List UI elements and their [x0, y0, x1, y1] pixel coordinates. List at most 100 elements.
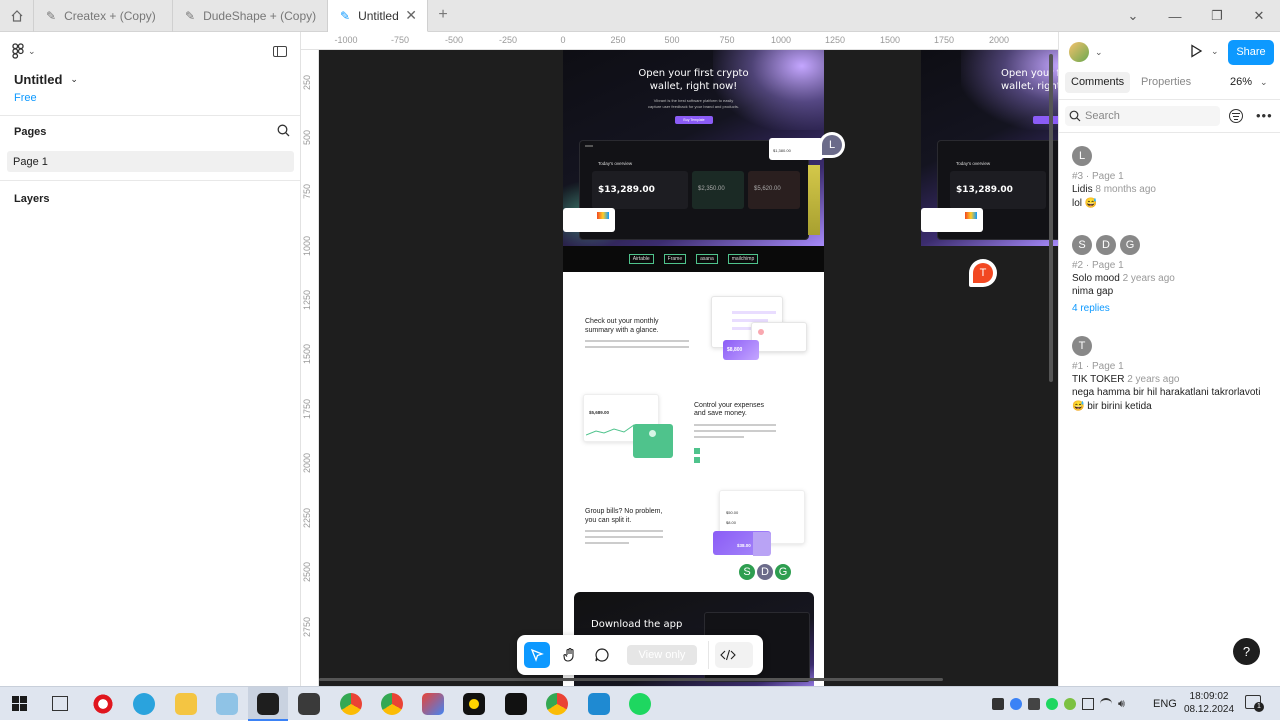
- notepad-icon[interactable]: [216, 693, 238, 715]
- tabs-dropdown-button[interactable]: ⌄: [1112, 0, 1154, 32]
- tray-icons[interactable]: 🔊︎: [992, 698, 1125, 711]
- right-panel: ⌄ ⌄ Share Comments Properties 26% ⌄ Sear…: [1058, 32, 1280, 686]
- design-frame-main[interactable]: Open your first crypto wallet, right now…: [563, 50, 824, 686]
- tab-createx[interactable]: ✎ Createx + (Copy): [34, 0, 173, 32]
- comment-tool-button[interactable]: [589, 642, 615, 668]
- emoji-icon: 😅: [1072, 401, 1085, 412]
- tab-comments[interactable]: Comments: [1065, 72, 1131, 93]
- move-tool-button[interactable]: [524, 642, 550, 668]
- figma-taskbar-item[interactable]: [248, 687, 288, 721]
- telegram-icon[interactable]: [133, 693, 155, 715]
- design-frame-second[interactable]: Open your first crypto wallet, right now…: [921, 50, 1058, 246]
- search-pages-icon[interactable]: [277, 124, 290, 137]
- overview-title: Today's overview: [956, 161, 991, 166]
- toggle-sidebar-icon[interactable]: [273, 46, 287, 57]
- avatar: D: [1096, 235, 1116, 255]
- opera-icon[interactable]: [92, 693, 114, 715]
- zoom-level[interactable]: 26% ⌄: [1230, 76, 1268, 88]
- text-line: [694, 436, 744, 438]
- hero-subtitle-line2: capture user feedback for your brand and…: [648, 104, 739, 109]
- globe-tray-icon: [1010, 698, 1022, 710]
- maximize-button[interactable]: ❐: [1196, 0, 1238, 32]
- wifi-icon: [1100, 698, 1112, 710]
- tab-dudeshape[interactable]: ✎ DudeShape + (Copy): [173, 0, 328, 32]
- check-icon: [694, 448, 700, 454]
- comment-item[interactable]: S D G #2 · Page 1 Solo mood 2 years ago …: [1059, 228, 1280, 320]
- dev-mode-button[interactable]: [715, 642, 753, 668]
- floating-card-left: [921, 208, 983, 232]
- new-tab-button[interactable]: +: [432, 6, 454, 26]
- tab-bar: ✎ Createx + (Copy) ✎ DudeShape + (Copy) …: [0, 0, 1280, 32]
- sec2-title-line1: Control your expenses: [694, 402, 765, 409]
- present-button[interactable]: ⌄: [1189, 44, 1219, 58]
- tab-properties[interactable]: Properties: [1141, 76, 1191, 88]
- chevron-down-icon: ⌄: [1211, 45, 1219, 56]
- comment-text-line: 😅 bir birini ketida: [1072, 401, 1152, 412]
- gmail-icon[interactable]: [422, 693, 444, 715]
- language-indicator[interactable]: ENG: [1153, 698, 1177, 710]
- comments-search[interactable]: Search: [1065, 106, 1220, 126]
- icon-dot: [649, 430, 656, 437]
- chrome-profile-icon[interactable]: [381, 693, 403, 715]
- tab-untitled[interactable]: ✎ Untitled ✕: [328, 0, 428, 32]
- user-avatar: [1069, 42, 1089, 62]
- more-options-icon[interactable]: •••: [1256, 108, 1273, 123]
- comment-item[interactable]: T #1 · Page 1 TIK TOKER 2 years ago nega…: [1059, 330, 1280, 420]
- volume-icon: 🔊︎: [1118, 698, 1125, 710]
- comment-text: nega hamma bir hil harakatlani takrorlav…: [1072, 387, 1261, 398]
- notifications-button[interactable]: 1: [1245, 695, 1264, 712]
- start-button[interactable]: [12, 696, 27, 711]
- ruler-tick: -1000: [334, 35, 358, 45]
- hand-icon: [563, 647, 574, 662]
- app-r-icon[interactable]: [505, 693, 527, 715]
- minimize-button[interactable]: —: [1154, 0, 1196, 32]
- comment-text: nima gap: [1072, 286, 1114, 297]
- code-icon: [720, 649, 736, 661]
- main-menu-button[interactable]: ⌄: [12, 43, 36, 59]
- ruler-tick: 750: [719, 35, 735, 45]
- comment-item[interactable]: L #3 · Page 1 Lidis 8 months ago lol 😅: [1059, 140, 1280, 218]
- filter-icon[interactable]: [1229, 109, 1243, 123]
- canvas[interactable]: Open your first crypto wallet, right now…: [319, 50, 1058, 686]
- file-explorer-icon[interactable]: [175, 693, 197, 715]
- page-item-page-1[interactable]: Page 1: [7, 151, 294, 172]
- app-star-icon[interactable]: [463, 693, 485, 715]
- comment-author: TIK TOKER: [1072, 374, 1125, 385]
- comment-meta: #3 · Page 1: [1072, 171, 1124, 182]
- comment-author: Solo mood: [1072, 273, 1120, 284]
- home-button[interactable]: [0, 0, 34, 32]
- close-window-button[interactable]: ✕: [1238, 0, 1280, 32]
- avatar-group-marker[interactable]: S D G: [735, 560, 795, 584]
- close-tab-icon[interactable]: ✕: [405, 7, 417, 24]
- comment-marker-l[interactable]: L: [819, 132, 845, 158]
- task-view-icon[interactable]: [52, 696, 68, 711]
- clock[interactable]: 18:09:02 08.12.2024: [1180, 690, 1238, 716]
- windows-taskbar: 🔊︎ ENG 18:09:02 08.12.2024 1: [0, 686, 1280, 721]
- cursor-icon: [530, 648, 544, 662]
- plan-badge[interactable]: Free: [14, 92, 37, 104]
- user-avatar-menu[interactable]: ⌄: [1069, 42, 1103, 62]
- logos-bar: Airtable Frame asana mailchimp: [563, 246, 824, 272]
- file-name-text: Untitled: [14, 72, 63, 87]
- vscode-icon[interactable]: [588, 693, 610, 715]
- text-line: [585, 536, 663, 538]
- spotify-icon[interactable]: [629, 693, 651, 715]
- app-g-icon[interactable]: [298, 693, 320, 715]
- horizontal-scrollbar[interactable]: [319, 678, 943, 681]
- file-name[interactable]: Untitled ⌄: [14, 72, 78, 87]
- balance-card-3: $5,620.00: [748, 171, 800, 209]
- chrome-icon[interactable]: [340, 693, 362, 715]
- comment-text: lol: [1072, 198, 1083, 209]
- chrome-alt-icon[interactable]: [546, 693, 568, 715]
- hand-tool-button[interactable]: [557, 642, 583, 668]
- chevron-down-icon: ⌄: [1260, 76, 1268, 87]
- sec2-card-value: $5,689.00: [589, 410, 610, 415]
- vertical-scrollbar[interactable]: [1049, 54, 1053, 382]
- replies-link[interactable]: 4 replies: [1072, 303, 1110, 314]
- help-button[interactable]: ?: [1233, 638, 1260, 665]
- sec2-green-card: [633, 424, 673, 458]
- share-button[interactable]: Share: [1228, 40, 1274, 65]
- chevron-down-icon: ⌄: [28, 45, 36, 56]
- search-icon: [1069, 110, 1081, 122]
- comment-marker-t[interactable]: T: [969, 259, 997, 287]
